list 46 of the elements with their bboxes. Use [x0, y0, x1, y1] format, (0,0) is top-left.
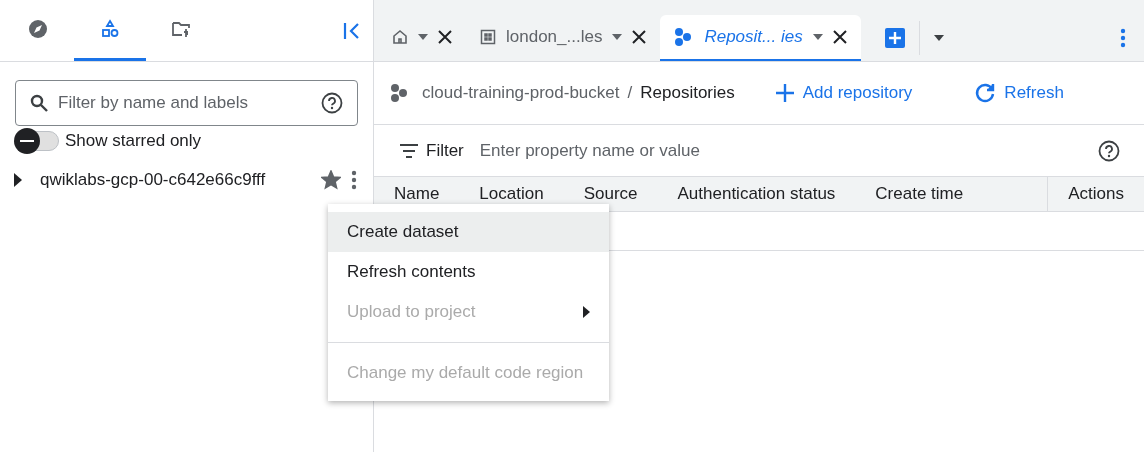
expand-arrow-icon[interactable]	[14, 173, 22, 187]
refresh-icon	[974, 82, 997, 104]
editor-tab[interactable]: Reposit... ies	[660, 15, 861, 61]
shapes-icon	[100, 19, 120, 39]
breadcrumb-link[interactable]: cloud-training-prod-bucket	[422, 83, 620, 103]
editor-tab[interactable]: london_...les	[466, 15, 661, 61]
help-icon[interactable]	[321, 92, 343, 114]
column-header: Authentication status	[676, 184, 837, 204]
home-icon	[392, 29, 408, 45]
compass-icon	[28, 19, 48, 39]
column-header: Name	[393, 184, 441, 204]
help-icon[interactable]	[1098, 139, 1120, 162]
caret-icon[interactable]	[612, 34, 623, 40]
column-header: Create time	[874, 184, 965, 204]
table-icon	[480, 29, 496, 45]
search-icon	[30, 94, 48, 112]
plus-icon	[774, 83, 795, 103]
new-tab-icon[interactable]	[884, 28, 905, 48]
breadcrumb-current: Repositories	[640, 83, 735, 103]
collapse-icon[interactable]	[343, 21, 361, 40]
caret-icon[interactable]	[812, 34, 823, 40]
toggle-label: Show starred only	[65, 131, 202, 151]
column-header: Actions	[1067, 184, 1125, 204]
folder-icon	[171, 19, 193, 39]
menu-item[interactable]: Refresh contents	[328, 252, 609, 292]
more-icon[interactable]	[351, 170, 357, 190]
hexagons-icon	[390, 83, 410, 103]
search-field[interactable]: Filter by name and labels	[15, 80, 358, 126]
filter-label: Filter	[426, 140, 464, 161]
toolbar-button[interactable]: Add repository	[774, 83, 913, 103]
submenu-arrow-icon	[583, 306, 590, 318]
column-header: Location	[478, 184, 545, 204]
project-name[interactable]: qwiklabs-gcp-00-c642e66c9fff	[40, 170, 311, 190]
close-icon[interactable]	[632, 30, 647, 44]
starred-toggle[interactable]	[15, 131, 59, 151]
close-icon[interactable]	[832, 30, 847, 44]
breadcrumb-separator: /	[627, 83, 633, 103]
column-header: Source	[582, 184, 639, 204]
filter-icon	[400, 143, 418, 158]
more-icon[interactable]	[1120, 28, 1126, 48]
toolbar-button[interactable]: Refresh	[974, 82, 1064, 104]
close-icon[interactable]	[438, 30, 452, 44]
star-icon[interactable]	[321, 170, 341, 190]
caret-icon[interactable]	[933, 35, 944, 41]
caret-icon[interactable]	[418, 34, 428, 40]
menu-item[interactable]: Create dataset	[328, 212, 609, 252]
